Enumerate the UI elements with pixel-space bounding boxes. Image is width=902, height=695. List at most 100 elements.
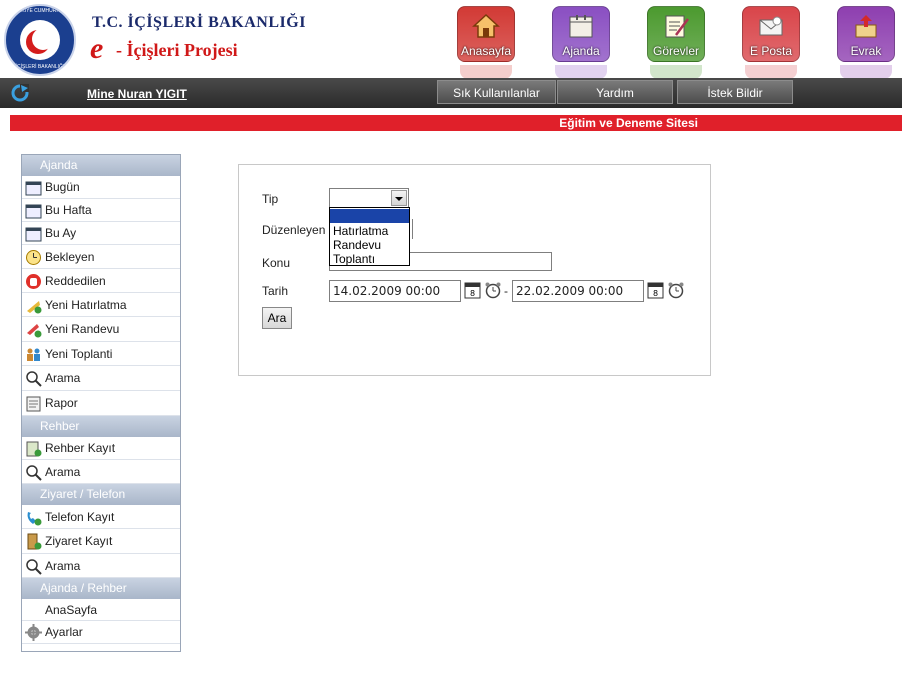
- tip-option[interactable]: Hatırlatma: [330, 224, 409, 238]
- tip-select-value: [330, 193, 333, 207]
- sidebar-item[interactable]: Bu Hafta: [22, 199, 180, 222]
- sidebar-item-label: Bu Ay: [45, 226, 77, 240]
- sidebar-item-label: AnaSayfa: [45, 602, 98, 617]
- stop-hand-icon: [26, 273, 41, 289]
- button-reflection: [555, 65, 607, 79]
- search-icon: [26, 464, 42, 481]
- tip-dropdown-list: Hatırlatma Randevu Toplantı: [329, 207, 410, 266]
- tip-option[interactable]: [330, 209, 409, 223]
- new-reminder-icon: [27, 300, 42, 313]
- seal-top-text: TÜRKİYE CUMHURİYETİ: [11, 8, 69, 14]
- sidebar-item-label: Arama: [45, 558, 81, 573]
- sidebar-item-label: Yeni Randevu: [45, 322, 120, 336]
- calendar-week-icon: [25, 204, 42, 219]
- sidebar-item[interactable]: Telefon Kayıt: [22, 505, 180, 529]
- sidebar-item[interactable]: AnaSayfa: [22, 599, 180, 621]
- sidebar-item[interactable]: Yeni Hatırlatma: [22, 293, 180, 317]
- date-separator: -: [504, 284, 508, 298]
- sidebar-item-label: Bugün: [45, 180, 80, 194]
- help-button[interactable]: Yardım: [557, 80, 673, 104]
- favorites-button[interactable]: Sık Kullanılanlar: [437, 80, 556, 104]
- tip-option[interactable]: Toplantı: [330, 252, 409, 266]
- sidebar-item[interactable]: Yeni Randevu: [22, 317, 180, 342]
- sidebar-item[interactable]: Bekleyen: [22, 245, 180, 269]
- refresh-icon[interactable]: [10, 83, 30, 103]
- sidebar-item-label: Rehber Kayıt: [45, 441, 116, 455]
- user-name-link[interactable]: Mine Nuran YIGIT: [87, 87, 187, 101]
- button-reflection: [460, 65, 512, 79]
- mail-icon: [759, 16, 783, 36]
- calendar-month-icon: [25, 227, 42, 242]
- sidebar-item[interactable]: Arama: [22, 460, 180, 484]
- tip-option[interactable]: Randevu: [330, 238, 409, 252]
- sidebar-item[interactable]: Ziyaret Kayıt: [22, 529, 180, 554]
- calendar-picker-icon[interactable]: 8: [464, 281, 481, 299]
- button-reflection: [840, 65, 892, 79]
- seal-bottom-text: İÇİŞLERİ BAKANLIĞI: [15, 64, 65, 70]
- sidebar-item-label: Bu Hafta: [45, 203, 92, 217]
- gear-icon: [25, 624, 42, 641]
- sidebar-item[interactable]: Rehber Kayıt: [22, 437, 180, 460]
- svg-text:8: 8: [470, 289, 475, 298]
- new-appointment-icon: [27, 324, 42, 338]
- button-reflection: [650, 65, 702, 79]
- sidebar-item[interactable]: Yeni Toplanti: [22, 342, 180, 366]
- documents-button[interactable]: Evrak: [837, 6, 895, 79]
- chevron-down-icon: [395, 197, 403, 201]
- sidebar-item[interactable]: Bugün: [22, 176, 180, 199]
- request-feedback-button[interactable]: İstek Bildir: [677, 80, 793, 104]
- alarm-clock-icon[interactable]: [667, 281, 685, 299]
- sidebar-item-label: Ziyaret Kayıt: [45, 534, 113, 548]
- sidebar-item-label: Yeni Toplanti: [45, 346, 113, 361]
- svg-text:8: 8: [653, 289, 658, 298]
- search-icon: [26, 558, 42, 575]
- contact-add-icon: [26, 441, 42, 457]
- tip-select-arrow[interactable]: [391, 190, 407, 206]
- sidebar-item[interactable]: Reddedilen: [22, 269, 180, 293]
- project-title: - İçişleri Projesi: [116, 40, 238, 60]
- site-title: Eğitim ve Deneme Sitesi: [559, 116, 698, 130]
- email-button[interactable]: E Posta: [742, 6, 800, 79]
- search-button[interactable]: Ara: [262, 307, 292, 329]
- ministry-title: T.C. İÇİŞLERİ BAKANLIĞI: [92, 14, 306, 31]
- tarih-label: Tarih: [262, 284, 289, 298]
- sidebar-section-header: Rehber: [22, 416, 180, 437]
- sidebar-section-header: Ziyaret / Telefon: [22, 484, 180, 505]
- date-from-input[interactable]: 14.02.2009 00:00: [329, 280, 461, 302]
- sidebar-item-label: Arama: [45, 371, 81, 385]
- sidebar-item-label: Yeni Hatırlatma: [45, 297, 127, 312]
- sidebar-item[interactable]: Ayarlar: [22, 621, 180, 644]
- new-meeting-icon: [27, 348, 40, 361]
- sidebar-item-label: Telefon Kayıt: [45, 509, 115, 524]
- calendar-day-icon: [25, 181, 42, 196]
- sidebar-item[interactable]: Rapor: [22, 391, 180, 416]
- date-to-input[interactable]: 22.02.2009 00:00: [512, 280, 644, 302]
- home-button-label: Anasayfa: [460, 44, 512, 58]
- sidebar-item-label: Arama: [45, 464, 81, 479]
- document-icon: [855, 15, 877, 38]
- home-icon: [472, 13, 500, 38]
- sidebar-item-label: Reddedilen: [45, 273, 106, 288]
- visit-door-icon: [27, 533, 42, 550]
- agenda-button[interactable]: Ajanda: [552, 6, 610, 79]
- ministry-seal-logo: TÜRKİYE CUMHURİYETİ İÇİŞLERİ BAKANLIĞI: [4, 4, 76, 76]
- report-icon: [26, 396, 41, 412]
- alarm-clock-icon[interactable]: [484, 281, 502, 299]
- tasks-icon: [665, 15, 689, 38]
- sidebar-item-label: Rapor: [45, 396, 78, 410]
- clock-icon: [26, 249, 41, 265]
- project-logo-e: e: [90, 32, 104, 65]
- sidebar-item[interactable]: Bu Ay: [22, 222, 180, 245]
- sidebar-section-header: Ajanda: [22, 155, 180, 176]
- sidebar-item[interactable]: Arama: [22, 366, 180, 391]
- duzenleyen-label: Düzenleyen: [262, 223, 326, 237]
- email-button-label: E Posta: [749, 44, 793, 58]
- search-icon: [26, 371, 42, 387]
- tasks-button[interactable]: Görevler: [647, 6, 705, 79]
- sidebar: Ajanda Bugün Bu Hafta Bu Ay Bekleyen Reddedil…: [21, 154, 181, 652]
- sidebar-item-label: Ayarlar: [45, 625, 83, 639]
- sidebar-item[interactable]: Arama: [22, 554, 180, 578]
- button-reflection: [745, 65, 797, 79]
- home-button[interactable]: Anasayfa: [457, 6, 515, 79]
- calendar-picker-icon[interactable]: 8: [647, 281, 664, 299]
